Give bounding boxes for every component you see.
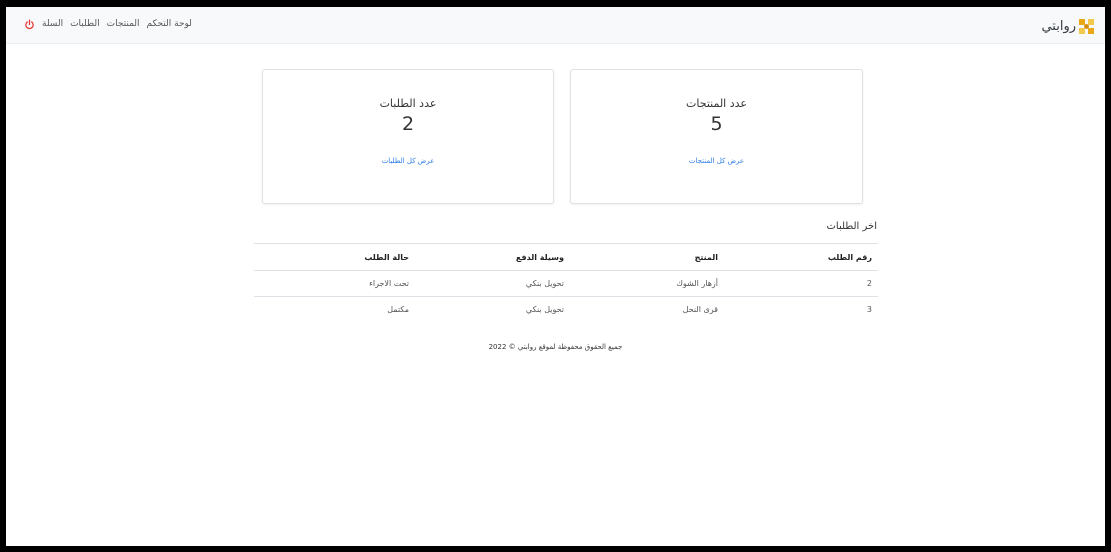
latest-orders-table: رقم الطلب المنتج وسيلة الدفع حالة الطلب … (254, 243, 878, 323)
latest-orders-title: اخر الطلبات (826, 221, 877, 232)
table-header-row: رقم الطلب المنتج وسيلة الدفع حالة الطلب (254, 243, 878, 271)
order-number: 3 (724, 296, 878, 323)
navbar: روابتي لوحة التحكم المنتجات الطلبات السل… (6, 7, 1105, 44)
header-product: المنتج (570, 243, 724, 271)
orders-count: 2 (401, 113, 415, 135)
brand-logo-icon (1079, 18, 1094, 34)
table-row: 3 قرى النحل تحويل بنكي مكتمل (254, 296, 878, 323)
browser-viewport: روابتي لوحة التحكم المنتجات الطلبات السل… (6, 7, 1105, 546)
header-payment-method: وسيلة الدفع (415, 243, 570, 271)
nav-dashboard[interactable]: لوحة التحكم (147, 18, 192, 31)
brand[interactable]: روابتي (1041, 16, 1095, 36)
orders-card-title: عدد الطلبات (379, 97, 437, 110)
view-all-orders-link[interactable]: عرض كل الطلبات (263, 157, 553, 165)
nav-links: لوحة التحكم المنتجات الطلبات السلة (24, 18, 192, 31)
table-row: 2 أزهار الشوك تحويل بنكي تحت الاجراء (254, 270, 878, 297)
order-status: تحت الاجراء (254, 270, 415, 297)
nav-products[interactable]: المنتجات (107, 18, 140, 31)
header-order-number: رقم الطلب (724, 243, 878, 271)
nav-orders[interactable]: الطلبات (70, 18, 100, 31)
products-count: 5 (710, 113, 723, 135)
order-number: 2 (724, 270, 878, 297)
order-product: أزهار الشوك (570, 270, 724, 297)
order-payment: تحويل بنكي (415, 270, 570, 297)
orders-count-card: عدد الطلبات 2 عرض كل الطلبات (262, 69, 554, 204)
order-product: قرى النحل (570, 296, 724, 323)
nav-cart[interactable]: السلة (42, 18, 63, 31)
brand-name: روابتي (1041, 18, 1076, 34)
order-status: مكتمل (254, 296, 415, 323)
header-order-status: حالة الطلب (254, 243, 415, 271)
products-count-card: عدد المنتجات 5 عرض كل المنتجات (570, 69, 863, 204)
view-all-products-link[interactable]: عرض كل المنتجات (571, 157, 862, 165)
power-icon[interactable] (24, 19, 35, 30)
order-payment: تحويل بنكي (415, 296, 570, 323)
products-card-title: عدد المنتجات (686, 97, 747, 110)
footer-copyright: جميع الحقوق محفوظة لموقع روابتي © 2022 (488, 343, 623, 351)
